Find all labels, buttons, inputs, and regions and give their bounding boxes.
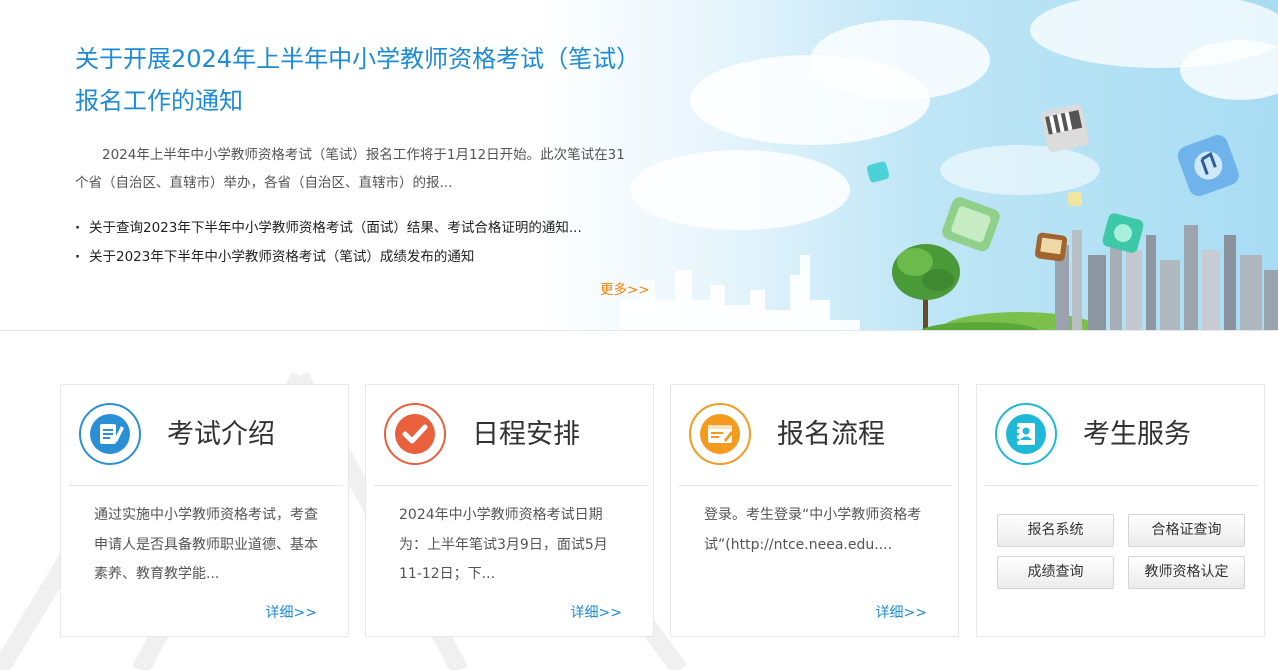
divider <box>679 485 952 486</box>
card-registration-process: 报名流程 登录。考生登录“中小学教师资格考试”(http://ntce.neea… <box>670 384 959 637</box>
list-item[interactable]: · 关于查询2023年下半年中小学教师资格考试（面试）结果、考试合格证明的通知..… <box>75 214 635 243</box>
news-banner: 关于开展2024年上半年中小学教师资格考试（笔试）报名工作的通知 2024年上半… <box>0 0 1278 331</box>
card-header: 考试介绍 <box>61 385 348 485</box>
banner-illustration <box>620 0 1278 330</box>
certificate-query-button[interactable]: 合格证查询 <box>1128 514 1245 547</box>
document-edit-icon <box>79 403 141 465</box>
card-schedule: 日程安排 2024年中小学教师资格考试日期为：上半年笔试3月9日，面试5月11-… <box>365 384 654 637</box>
list-item[interactable]: · 关于2023年下半年中小学教师资格考试（笔试）成绩发布的通知 <box>75 243 635 272</box>
checkmark-icon <box>384 403 446 465</box>
card-title[interactable]: 考生服务 <box>1083 415 1191 455</box>
registration-form-icon <box>689 403 751 465</box>
card-description: 登录。考生登录“中小学教师资格考试”(http://ntce.neea.edu.… <box>704 507 922 553</box>
news-link[interactable]: 关于查询2023年下半年中小学教师资格考试（面试）结果、考试合格证明的通知... <box>89 220 582 236</box>
news-link[interactable]: 关于2023年下半年中小学教师资格考试（笔试）成绩发布的通知 <box>89 249 474 265</box>
headline-title[interactable]: 关于开展2024年上半年中小学教师资格考试（笔试）报名工作的通知 <box>75 38 635 122</box>
detail-link[interactable]: 详细>> <box>876 602 927 622</box>
card-title[interactable]: 考试介绍 <box>167 415 275 455</box>
card-candidate-services: 考生服务 报名系统 合格证查询 成绩查询 教师资格认定 <box>976 384 1265 637</box>
detail-link[interactable]: 详细>> <box>266 602 317 622</box>
card-title[interactable]: 报名流程 <box>777 415 885 455</box>
card-exam-intro: 考试介绍 通过实施中小学教师资格考试，考查申请人是否具备教师职业道德、基本素养、… <box>60 384 349 637</box>
news-list: · 关于查询2023年下半年中小学教师资格考试（面试）结果、考试合格证明的通知..… <box>75 214 635 272</box>
card-description: 通过实施中小学教师资格考试，考查申请人是否具备教师职业道德、基本素养、教育教学能… <box>94 507 318 582</box>
card-header: 报名流程 <box>671 385 958 485</box>
registration-system-button[interactable]: 报名系统 <box>997 514 1114 547</box>
bullet-icon: · <box>75 220 81 236</box>
headline-summary: 2024年上半年中小学教师资格考试（笔试）报名工作将于1月12日开始。此次笔试在… <box>75 147 625 191</box>
card-header: 日程安排 <box>366 385 653 485</box>
detail-link[interactable]: 详细>> <box>571 602 622 622</box>
teacher-qualification-button[interactable]: 教师资格认定 <box>1128 556 1245 589</box>
bullet-icon: · <box>75 249 81 265</box>
more-link[interactable]: 更多>> <box>600 278 650 298</box>
divider <box>374 485 647 486</box>
contact-book-icon <box>995 403 1057 465</box>
card-header: 考生服务 <box>977 385 1264 485</box>
card-description: 2024年中小学教师资格考试日期为：上半年笔试3月9日，面试5月11-12日；下… <box>399 507 608 582</box>
card-title[interactable]: 日程安排 <box>472 415 580 455</box>
divider <box>985 485 1258 486</box>
score-query-button[interactable]: 成绩查询 <box>997 556 1114 589</box>
divider <box>69 485 342 486</box>
